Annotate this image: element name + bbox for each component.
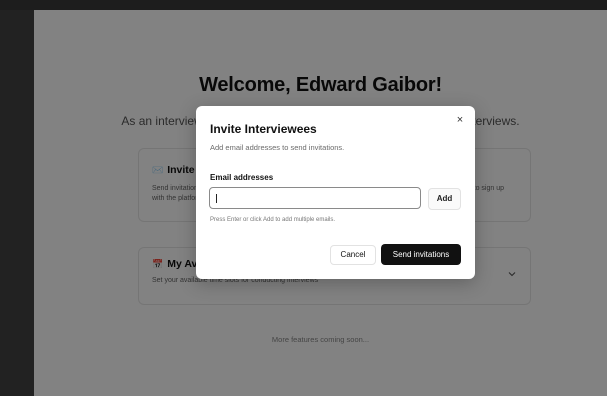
email-input[interactable]	[209, 187, 421, 209]
email-addresses-label: Email addresses	[210, 173, 274, 182]
dialog-description: Add email addresses to send invitations.	[210, 143, 345, 152]
email-hint: Press Enter or click Add to add multiple…	[210, 217, 336, 223]
send-invitations-button[interactable]: Send invitations	[381, 244, 461, 265]
close-icon[interactable]: ×	[454, 114, 466, 126]
text-cursor	[216, 194, 217, 203]
invite-interviewees-dialog: Invite Interviewees Add email addresses …	[196, 106, 475, 279]
top-bar	[0, 0, 607, 10]
add-email-button[interactable]: Add	[428, 188, 461, 210]
cancel-button[interactable]: Cancel	[330, 245, 376, 265]
left-sidebar	[0, 10, 34, 396]
dialog-title: Invite Interviewees	[210, 122, 317, 136]
